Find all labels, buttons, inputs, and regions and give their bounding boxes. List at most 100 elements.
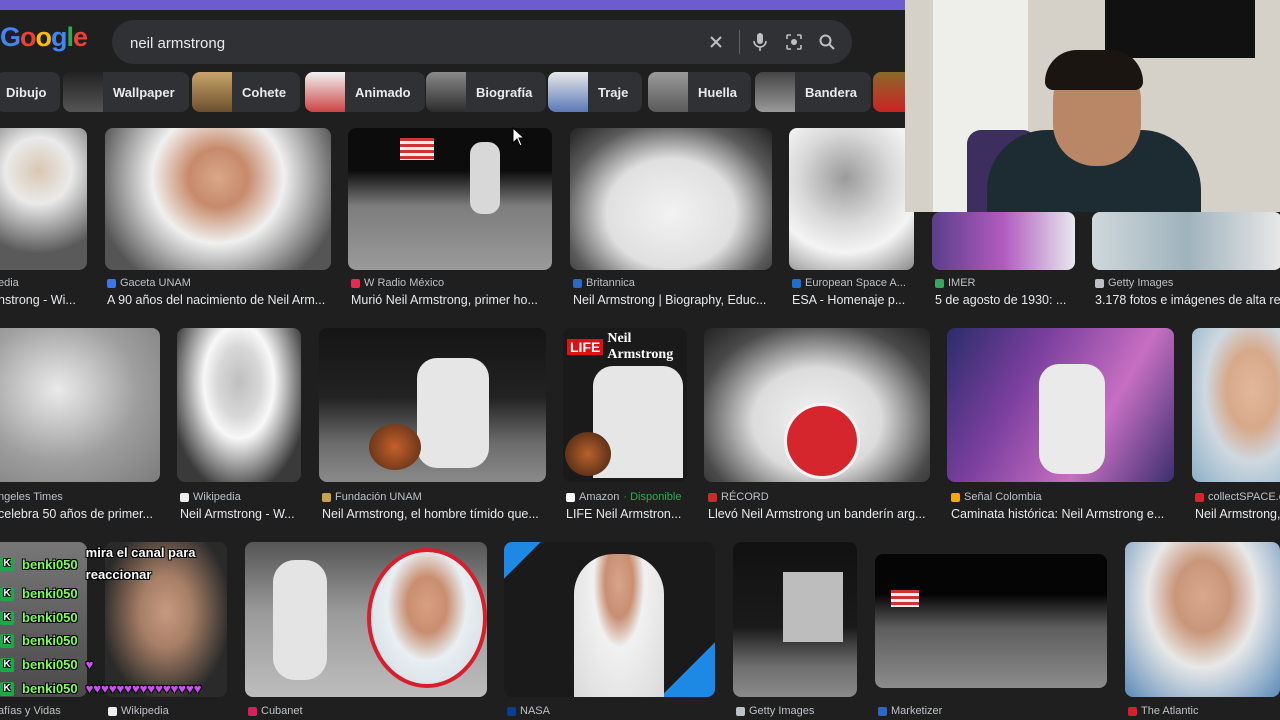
result-caption[interactable]: RÉCORD Llevó Neil Armstrong un banderín a… — [708, 490, 934, 521]
result-title: 5 de agosto de 1930: ... — [935, 293, 1067, 307]
flag-graphic — [891, 590, 919, 607]
chip-biografia[interactable]: Biografía — [426, 72, 547, 112]
chat-badge-icon: K — [0, 657, 14, 672]
chip-animado[interactable]: Animado — [305, 72, 425, 112]
result-caption[interactable]: edia nstrong - Wi... — [0, 276, 90, 307]
result-source: W Radio México — [364, 277, 445, 289]
source-favicon — [878, 706, 887, 716]
stream-chat-overlay: Kbenki050 mira el canal para reaccionar K… — [0, 540, 260, 710]
result-caption[interactable]: collectSPACE.c Neil Armstrong, — [1195, 490, 1280, 521]
image-result[interactable] — [0, 328, 160, 482]
source-favicon — [1095, 278, 1104, 288]
chat-message: Kbenki050 — [0, 610, 78, 625]
result-caption[interactable]: Gaceta UNAM A 90 años del nacimiento de N… — [107, 276, 333, 307]
image-result[interactable] — [1192, 328, 1280, 482]
chat-username: benki050 — [22, 556, 78, 572]
chip-bandera[interactable]: Bandera — [755, 72, 872, 112]
chip-thumbnail — [548, 72, 588, 112]
chat-badge-icon: K — [0, 633, 14, 648]
source-favicon — [1128, 706, 1137, 716]
result-source: Cubanet — [261, 705, 303, 717]
result-source: The Atlantic — [1141, 705, 1199, 717]
image-result[interactable] — [570, 128, 772, 270]
mic-icon[interactable] — [748, 30, 772, 54]
image-result[interactable]: LIFE Neil Armstrong — [563, 328, 687, 482]
life-cover-header: LIFE Neil Armstrong — [567, 331, 687, 363]
camera-lens-icon[interactable] — [782, 30, 806, 54]
result-caption[interactable]: Wikipedia Neil Armstrong - W... — [180, 490, 302, 521]
image-result[interactable] — [875, 554, 1107, 688]
chat-username: benki050 — [22, 681, 78, 696]
result-source: RÉCORD — [721, 491, 769, 503]
image-result[interactable] — [947, 328, 1174, 482]
pennant-badge — [784, 403, 860, 479]
result-source: Gaceta UNAM — [120, 277, 191, 289]
portrait-circle — [367, 548, 487, 688]
chat-badge-icon: K — [0, 681, 14, 696]
result-caption[interactable]: Cubanet — [248, 704, 398, 718]
result-title: celebra 50 años de primer... — [0, 507, 153, 521]
chip-thumbnail — [192, 72, 232, 112]
chat-message: Kbenki050 — [0, 586, 78, 601]
result-source: collectSPACE.c — [1208, 491, 1280, 503]
result-caption[interactable]: Getty Images — [736, 704, 860, 718]
result-caption[interactable]: Amazon · Disponible LIFE Neil Armstron... — [566, 490, 690, 521]
image-result[interactable] — [1092, 212, 1280, 270]
result-caption[interactable]: IMER 5 de agosto de 1930: ... — [935, 276, 1080, 307]
helmet-graphic — [565, 432, 611, 476]
source-favicon — [708, 492, 717, 502]
result-caption[interactable]: The Atlantic — [1128, 704, 1278, 718]
result-caption[interactable]: Fundación UNAM Neil Armstrong, el hombre … — [322, 490, 548, 521]
image-result[interactable] — [733, 542, 857, 697]
result-caption[interactable]: W Radio México Murió Neil Armstrong, prim… — [351, 276, 556, 307]
source-favicon — [951, 492, 960, 502]
result-source: edia — [0, 277, 19, 289]
chip-thumbnail — [648, 72, 688, 112]
image-result[interactable] — [319, 328, 546, 482]
image-result[interactable] — [504, 542, 715, 697]
search-input[interactable] — [128, 20, 692, 66]
astronaut-figure — [273, 560, 327, 680]
chip-more[interactable] — [873, 72, 905, 112]
image-result[interactable] — [789, 128, 914, 270]
result-title: Neil Armstrong, el hombre tímido que... — [322, 507, 539, 521]
astronaut-figure — [417, 358, 489, 468]
chat-badge-icon: K — [0, 610, 14, 625]
result-source: Getty Images — [1108, 277, 1174, 289]
result-caption[interactable]: European Space A... ESA - Homenaje p... — [792, 276, 917, 307]
result-caption[interactable]: NASA — [507, 704, 657, 718]
search-icon[interactable] — [815, 30, 839, 54]
result-caption[interactable]: Señal Colombia Caminata histórica: Neil A… — [951, 490, 1176, 521]
result-source: ngeles Times — [0, 491, 63, 503]
image-result[interactable] — [177, 328, 301, 482]
result-caption[interactable]: Getty Images 3.178 fotos e imágenes de al… — [1095, 276, 1280, 307]
close-icon[interactable] — [704, 30, 728, 54]
chip-thumbnail — [426, 72, 466, 112]
image-result[interactable] — [105, 128, 331, 270]
search-box[interactable] — [112, 20, 852, 66]
image-result[interactable] — [1125, 542, 1280, 697]
source-favicon — [180, 492, 189, 502]
chip-cohete[interactable]: Cohete — [192, 72, 301, 112]
image-result[interactable] — [704, 328, 930, 482]
chat-username: benki050 — [22, 633, 78, 648]
chat-message: Kbenki050 — [0, 633, 78, 648]
image-result[interactable] — [932, 212, 1075, 270]
source-favicon — [566, 492, 575, 502]
result-title: 3.178 fotos e imágenes de alta re — [1095, 293, 1280, 307]
chip-wallpaper[interactable]: Wallpaper — [63, 72, 189, 112]
chip-traje[interactable]: Traje — [548, 72, 643, 112]
chip-thumbnail — [305, 72, 345, 112]
image-result[interactable] — [0, 128, 87, 270]
astronaut-figure — [470, 142, 500, 214]
result-caption[interactable]: ngeles Times celebra 50 años de primer... — [0, 490, 160, 521]
chip-dibujo[interactable]: Dibujo — [0, 72, 61, 112]
result-caption[interactable]: Britannica Neil Armstrong | Biography, Ed… — [573, 276, 778, 307]
image-result[interactable] — [245, 542, 487, 697]
result-source: IMER — [948, 277, 976, 289]
chip-huella[interactable]: Huella — [648, 72, 752, 112]
result-title: Caminata histórica: Neil Armstrong e... — [951, 507, 1165, 521]
google-logo[interactable]: Google — [0, 22, 88, 53]
result-source: NASA — [520, 705, 550, 717]
result-caption[interactable]: Marketizer — [878, 704, 1028, 718]
